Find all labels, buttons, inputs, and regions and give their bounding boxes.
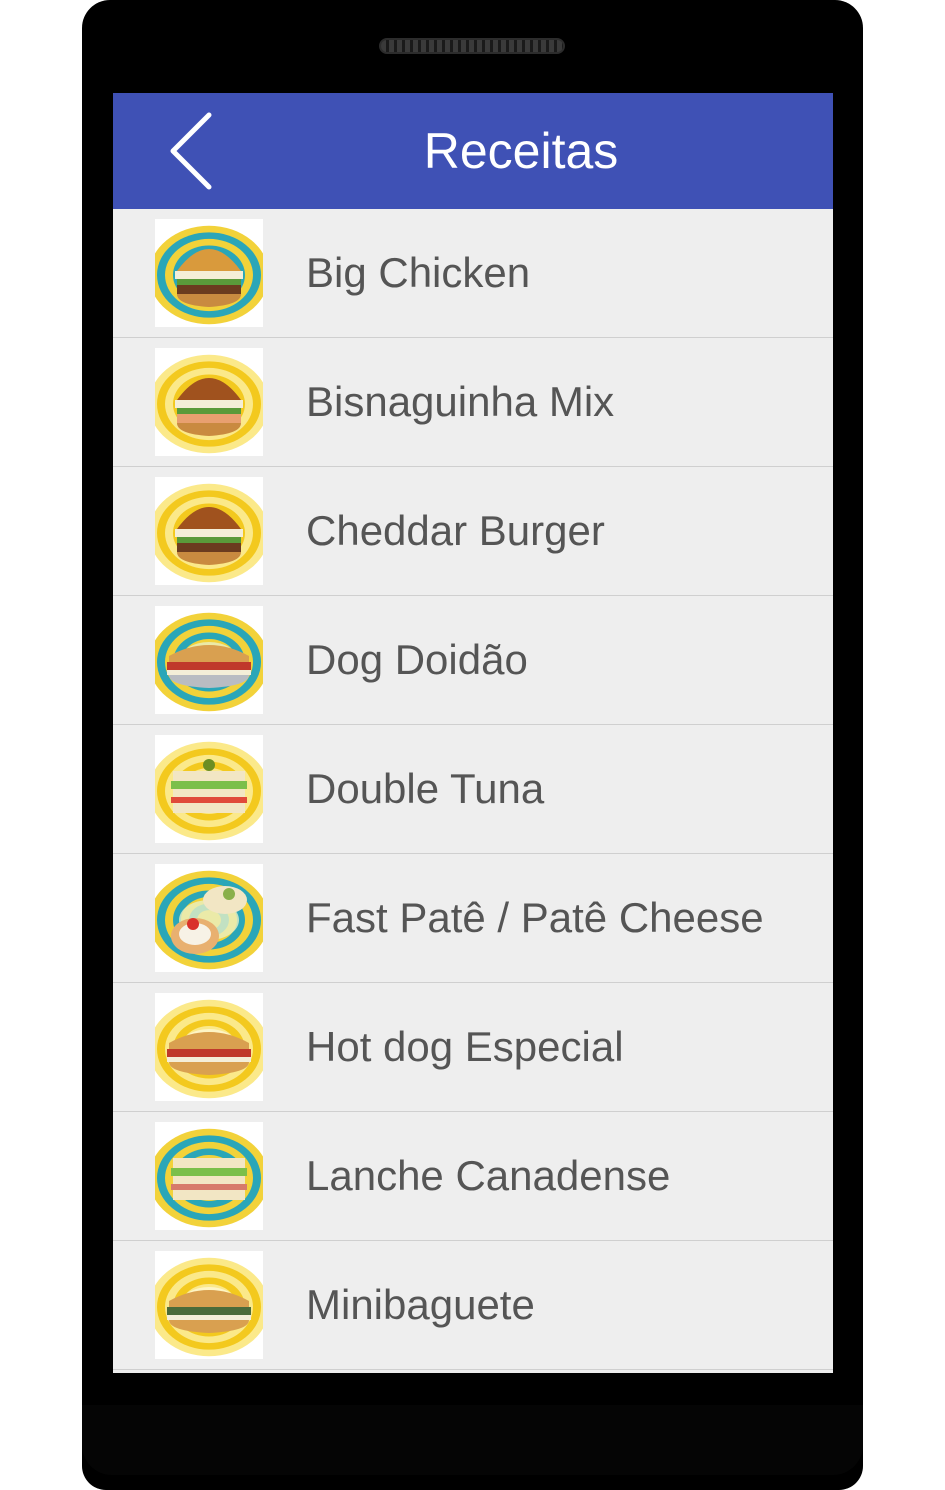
list-item[interactable]: Double Tuna [113,725,833,854]
recipe-name: Dog Doidão [306,636,528,683]
recipe-thumbnail [155,477,263,585]
recipe-thumbnail [155,348,263,456]
list-item[interactable]: Dog Doidão [113,596,833,725]
page-title: Receitas [423,123,619,179]
recipe-thumbnail [155,993,263,1101]
list-item[interactable]: Bisnaguinha Mix [113,338,833,467]
recipe-name: Big Chicken [306,249,531,296]
recipe-name: Cheddar Burger [306,507,605,554]
recipe-name: Lanche Canadense [306,1152,671,1199]
list-item[interactable]: Hot dog Especial [113,983,833,1112]
recipe-thumbnail [155,606,263,714]
list-item[interactable]: Fast Patê / Patê Cheese [113,854,833,983]
recipe-thumbnail [155,864,263,972]
recipe-thumbnail [155,735,263,843]
list-item[interactable]: Minibaguete [113,1241,833,1370]
phone-bottom-bezel [82,1405,863,1475]
food-photo-icon [155,225,263,325]
recipe-list: Big Chicken Bisnaguinha Mix Cheddar Burg… [113,209,833,1370]
recipe-name: Minibaguete [306,1281,535,1328]
food-photo-icon [155,612,263,712]
food-photo-icon [155,1128,263,1228]
app-screen: Receitas Big Chicken Bisnaguinha Mix Che… [113,93,833,1373]
back-button[interactable] [161,109,221,193]
recipe-name: Bisnaguinha Mix [306,378,615,425]
recipe-name: Double Tuna [306,765,545,812]
recipe-thumbnail [155,1251,263,1359]
recipe-name: Hot dog Especial [306,1023,624,1070]
list-item[interactable]: Cheddar Burger [113,467,833,596]
recipe-name: Fast Patê / Patê Cheese [306,894,764,941]
chevron-left-icon [170,112,212,190]
app-bar: Receitas [113,93,833,209]
food-photo-icon [155,354,263,454]
phone-speaker-grille [379,38,565,54]
recipe-thumbnail [155,1122,263,1230]
recipe-thumbnail [155,219,263,327]
food-photo-icon [155,1257,263,1357]
list-item[interactable]: Lanche Canadense [113,1112,833,1241]
list-item[interactable]: Big Chicken [113,209,833,338]
food-photo-icon [155,999,263,1099]
food-photo-icon [155,741,263,841]
food-photo-icon [155,483,263,583]
food-photo-icon [155,870,263,970]
